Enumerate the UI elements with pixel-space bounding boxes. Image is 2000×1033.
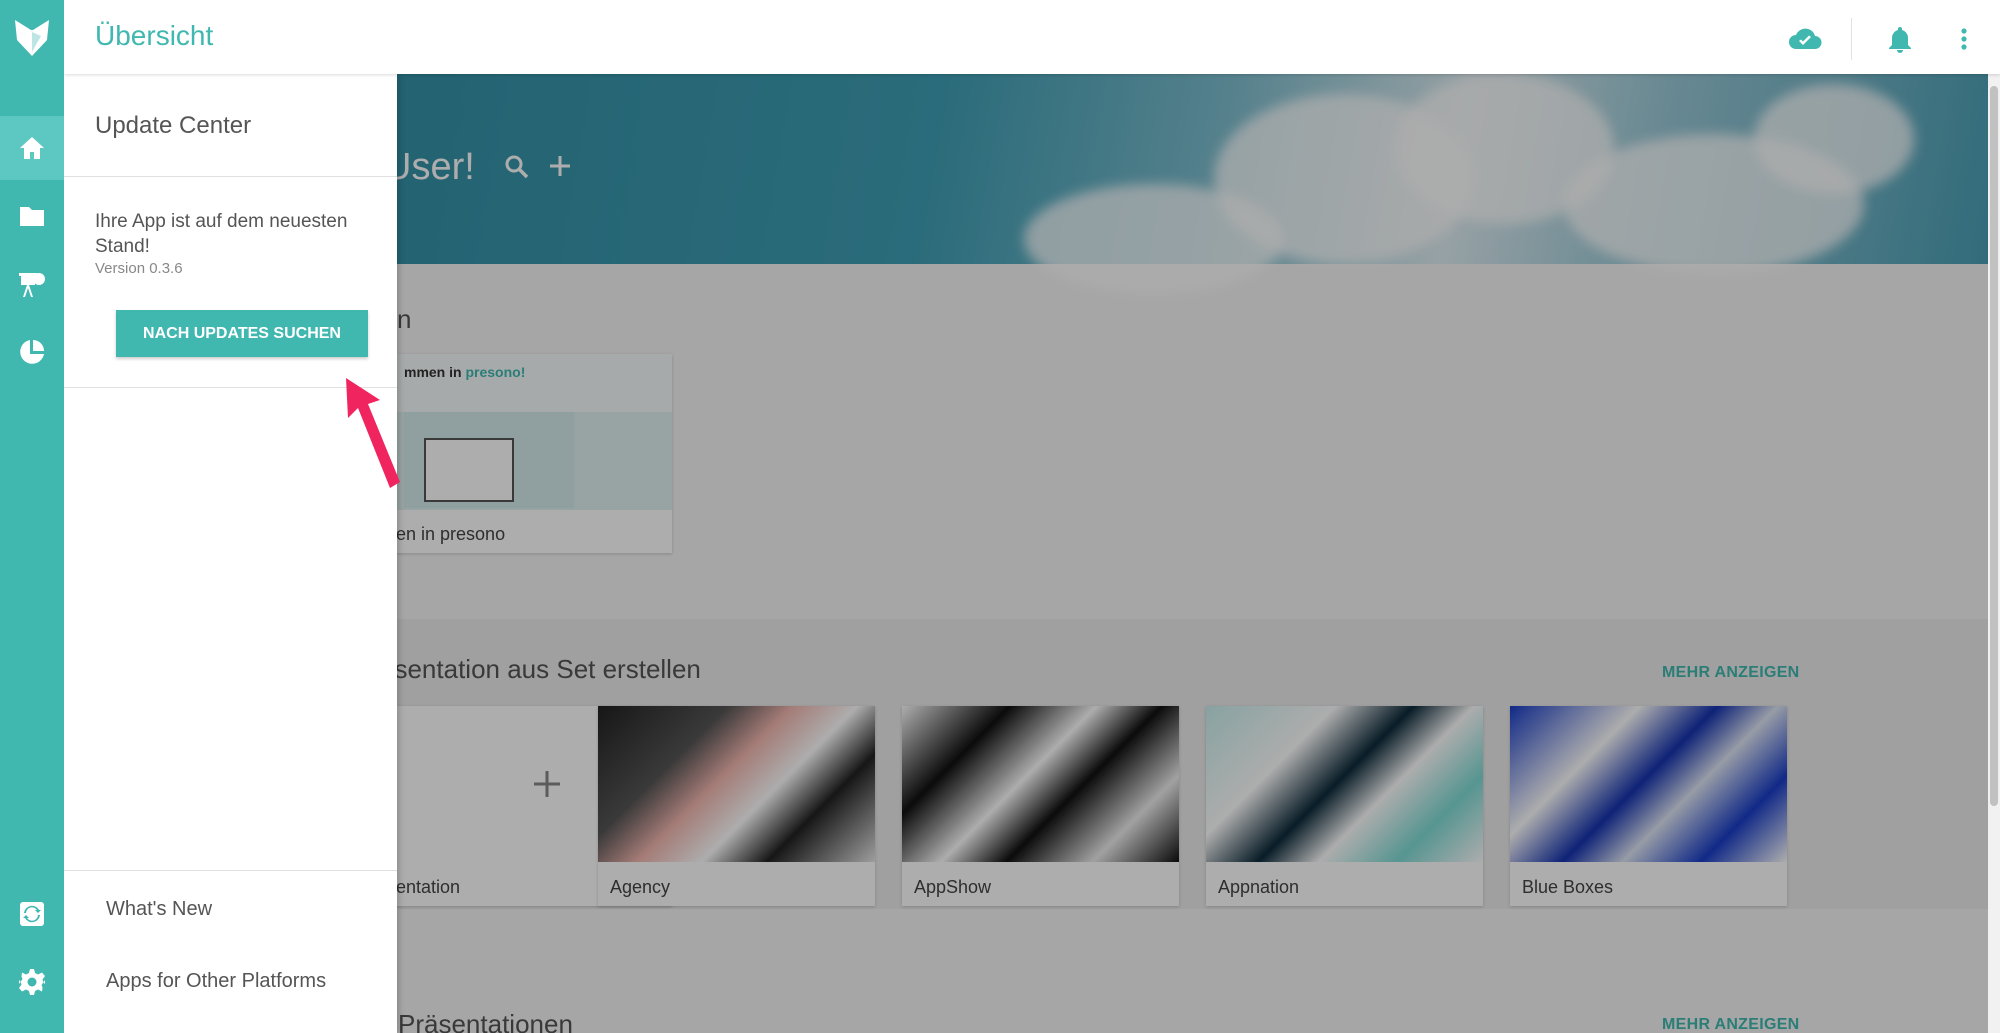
nav-sync[interactable] <box>0 882 64 946</box>
settings-icon <box>19 969 45 995</box>
nav-home[interactable] <box>0 116 64 180</box>
left-rail <box>0 0 64 1033</box>
topbar-divider <box>1851 18 1852 60</box>
notifications-button[interactable] <box>1883 22 1917 56</box>
nav-analytics[interactable] <box>0 320 64 384</box>
version-text: Version 0.3.6 <box>95 260 183 277</box>
home-icon <box>20 137 44 159</box>
annotation-arrow-icon <box>346 378 400 488</box>
update-status-text: Ihre App ist auf dem neuesten Stand! <box>95 211 348 257</box>
fox-logo-icon <box>15 20 49 56</box>
pie-chart-icon <box>20 340 44 364</box>
app-logo[interactable] <box>0 0 64 76</box>
page-scrollbar[interactable] <box>1988 74 2000 1033</box>
more-vert-icon <box>1961 28 1967 50</box>
other-platforms-link[interactable]: Apps for Other Platforms <box>106 970 326 993</box>
drawer-divider <box>64 176 397 177</box>
cloud-check-icon <box>1789 28 1822 49</box>
folder-icon <box>20 207 44 226</box>
drawer-divider <box>64 870 397 871</box>
page-title: Übersicht <box>95 20 214 51</box>
more-menu-button[interactable] <box>1947 22 1981 56</box>
update-center-drawer: Update Center Ihre App ist auf dem neues… <box>64 74 397 1033</box>
top-bar: Übersicht <box>64 0 2000 74</box>
presentation-icon <box>19 273 45 297</box>
drawer-title: Update Center <box>95 112 252 139</box>
nav-presentations[interactable] <box>0 252 64 316</box>
nav-settings[interactable] <box>0 950 64 1014</box>
sync-status-button[interactable] <box>1788 22 1822 56</box>
scrollbar-thumb[interactable] <box>1990 86 1998 806</box>
check-updates-button[interactable]: NACH UPDATES SUCHEN <box>116 310 368 357</box>
nav-files[interactable] <box>0 184 64 248</box>
whats-new-link[interactable]: What's New <box>106 898 212 921</box>
sync-icon <box>20 902 44 926</box>
bell-icon <box>1889 27 1911 53</box>
